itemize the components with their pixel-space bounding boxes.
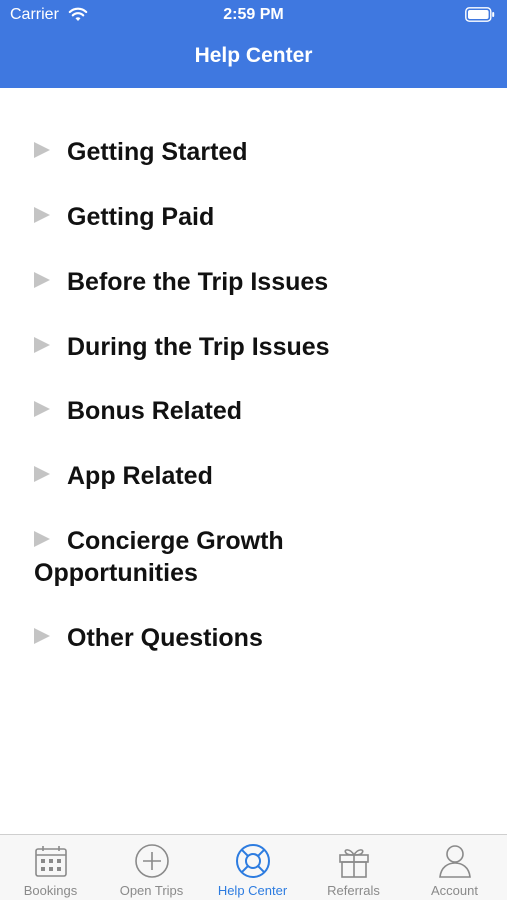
topic-label: Getting Paid: [67, 203, 215, 231]
plus-circle-icon: [135, 844, 169, 878]
topic-label: Bonus Related: [67, 397, 243, 425]
disclosure-triangle-icon: [34, 401, 50, 417]
disclosure-triangle-icon: [34, 207, 50, 223]
person-icon: [439, 845, 471, 878]
topic-label: Concierge Growth Opportunities: [34, 527, 284, 587]
topic-getting-paid[interactable]: Getting Paid: [34, 201, 474, 233]
clock: 2:59 PM: [223, 6, 284, 23]
topic-bonus-related[interactable]: Bonus Related: [34, 395, 474, 427]
tab-referrals[interactable]: Referrals: [303, 835, 404, 900]
gift-icon: [339, 849, 369, 878]
tab-label: Help Center: [217, 883, 288, 898]
topic-other-questions[interactable]: Other Questions: [34, 622, 474, 654]
topic-during-trip-issues[interactable]: During the Trip Issues: [34, 331, 474, 363]
tab-account[interactable]: Account: [404, 835, 505, 900]
disclosure-triangle-icon: [34, 628, 50, 644]
tab-label: Account: [431, 883, 478, 898]
topic-before-trip-issues[interactable]: Before the Trip Issues: [34, 266, 474, 298]
disclosure-triangle-icon: [34, 272, 50, 288]
topic-label: Other Questions: [67, 624, 263, 652]
status-bar: Carrier 2:59 PM: [0, 0, 507, 30]
disclosure-triangle-icon: [34, 531, 50, 547]
disclosure-triangle-icon: [34, 337, 50, 353]
topic-label: Getting Started: [67, 138, 248, 166]
topic-concierge-growth[interactable]: Concierge Growth Opportunities: [34, 525, 334, 589]
topic-app-related[interactable]: App Related: [34, 460, 474, 492]
disclosure-triangle-icon: [34, 142, 50, 158]
disclosure-triangle-icon: [34, 466, 50, 482]
topic-label: Before the Trip Issues: [67, 268, 329, 296]
header-bar: Carrier 2:59 PM Help Center: [0, 0, 507, 88]
tab-help-center[interactable]: Help Center: [202, 835, 303, 900]
tab-label: Open Trips: [119, 883, 184, 898]
calendar-icon: [35, 846, 67, 877]
tab-bookings[interactable]: Bookings: [0, 835, 101, 900]
topic-label: During the Trip Issues: [67, 333, 330, 361]
tab-label: Referrals: [327, 883, 380, 898]
tab-open-trips[interactable]: Open Trips: [101, 835, 202, 900]
page-title: Help Center: [194, 44, 313, 67]
tab-bar: Bookings Open Trips Help Center Referral…: [0, 834, 507, 900]
battery-icon: [465, 7, 495, 22]
topic-label: App Related: [67, 462, 213, 490]
topic-getting-started[interactable]: Getting Started: [34, 136, 474, 168]
tab-label: Bookings: [23, 883, 78, 898]
lifebuoy-icon: [236, 844, 270, 878]
